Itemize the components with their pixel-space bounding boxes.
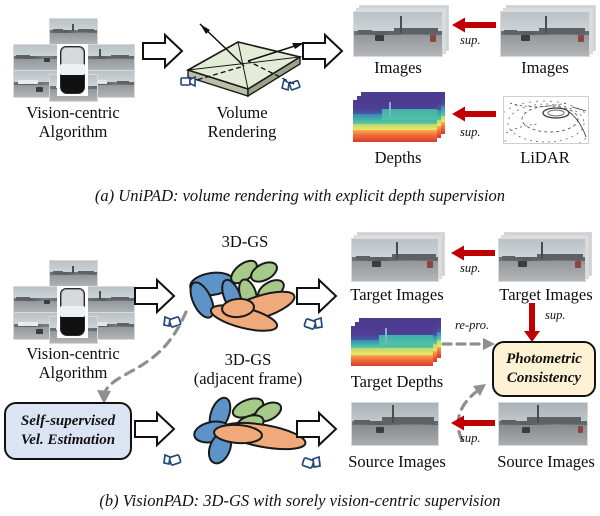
rendered-image-a — [353, 11, 443, 57]
sup-label-target-images: sup. — [460, 261, 481, 275]
panel-a-stage-label-line2: Rendering — [207, 122, 277, 141]
gt-image-a — [500, 11, 590, 57]
ego-vehicle-icon — [57, 44, 88, 96]
target-images-rendered-label: Target Images — [350, 285, 444, 304]
surround-camera-rig-a — [13, 18, 135, 102]
panel-a-gt-images-label: Images — [521, 58, 569, 77]
sup-label-images-a: sup. — [460, 33, 481, 47]
volume-rendering-diagram — [178, 14, 308, 100]
figure-root: Vision-centric Algorithm Volume Renderin… — [0, 0, 600, 516]
target-images-stack-gt — [498, 232, 596, 284]
gaussian-splat-cluster-target — [176, 252, 306, 346]
flow-arrow-b4 — [296, 410, 338, 448]
flow-arrow-b2 — [134, 410, 176, 448]
camera-frustum-icon-left-2 — [163, 452, 184, 468]
camera-tile-front-b — [49, 260, 98, 288]
depth-map-a — [353, 100, 437, 142]
red-arrow-sup-photometric — [524, 303, 542, 343]
source-images-gt-label: Source Images — [497, 452, 595, 471]
red-arrow-sup-images-a — [452, 17, 496, 33]
flow-arrow-a2 — [302, 32, 344, 70]
target-images-gt-label: Target Images — [499, 285, 593, 304]
re-projection-label: re-pro. — [455, 318, 490, 332]
panel-b-gs-adjacent-line1: 3D-GS — [224, 350, 272, 369]
source-image-rendered — [351, 402, 439, 446]
target-depth-map — [351, 326, 433, 366]
panel-a-output-images-label: Images — [374, 58, 422, 77]
panel-b-gs-adjacent-line2: (adjacent frame) — [193, 369, 303, 388]
sup-label-depths-a: sup. — [460, 125, 481, 139]
panel-a-input-label-line2: Algorithm — [38, 122, 108, 141]
source-images-rendered — [351, 402, 447, 452]
camera-tile-front — [49, 18, 98, 46]
photometric-box-line1: Photometric — [506, 351, 582, 367]
red-arrow-sup-depths-a — [452, 106, 496, 122]
photometric-box-line2: Consistency — [506, 370, 582, 386]
rendered-depth-stack-a — [353, 92, 449, 148]
target-image-rendered — [351, 238, 439, 282]
target-depths-stack — [351, 318, 447, 372]
self-supervised-vel-estimation-box: Self-supervised Vel. Estimation — [4, 402, 132, 460]
red-arrow-sup-target-images — [451, 245, 495, 261]
camera-tile-front-left-b — [13, 286, 62, 314]
panel-a-stage-label-line1: Volume — [216, 103, 268, 122]
gaussian-splat-cluster-source — [176, 392, 307, 472]
vel-box-line1: Self-supervised — [20, 413, 116, 429]
panel-b-caption: (b) VisionPAD: 3D-GS with sorely vision-… — [99, 491, 501, 510]
vel-box-line2: Vel. Estimation — [20, 432, 116, 448]
rendered-images-stack-a — [353, 5, 449, 57]
panel-b-gs-label: 3D-GS — [221, 232, 269, 251]
gt-images-stack-a — [500, 5, 596, 57]
flow-arrow-a1 — [142, 32, 184, 70]
sup-label-photometric: sup. — [545, 308, 566, 322]
source-image-gt — [498, 402, 588, 446]
source-images-gt — [498, 402, 594, 452]
camera-frustum-icon-right-1 — [302, 316, 323, 332]
flow-arrow-b3 — [296, 277, 338, 315]
target-depths-label: Target Depths — [350, 372, 444, 391]
panel-a-gt-lidar-label: LiDAR — [520, 148, 570, 167]
sup-label-source-images: sup. — [460, 431, 481, 445]
red-arrow-sup-source-images — [451, 415, 495, 431]
panel-a-input-label-line1: Vision-centric — [26, 103, 120, 122]
target-image-gt — [498, 238, 586, 282]
panel-a-caption: (a) UniPAD: volume rendering with explic… — [94, 186, 506, 205]
dashed-connector-to-vel-estimation — [60, 300, 190, 410]
panel-a-input-label: Vision-centric Algorithm — [3, 103, 143, 141]
camera-tile-front-left — [13, 44, 62, 72]
lidar-scan-a — [503, 96, 589, 144]
panel-a-output-depths-label: Depths — [374, 148, 422, 167]
panel-b-gs-adjacent-label: 3D-GS (adjacent frame) — [178, 350, 318, 388]
panel-a-stage-label: Volume Rendering — [182, 103, 302, 141]
camera-frustum-icon-right-2 — [300, 455, 321, 471]
source-images-rendered-label: Source Images — [348, 452, 446, 471]
camera-tile-front-right — [86, 44, 135, 72]
target-images-stack-rendered — [351, 232, 447, 284]
